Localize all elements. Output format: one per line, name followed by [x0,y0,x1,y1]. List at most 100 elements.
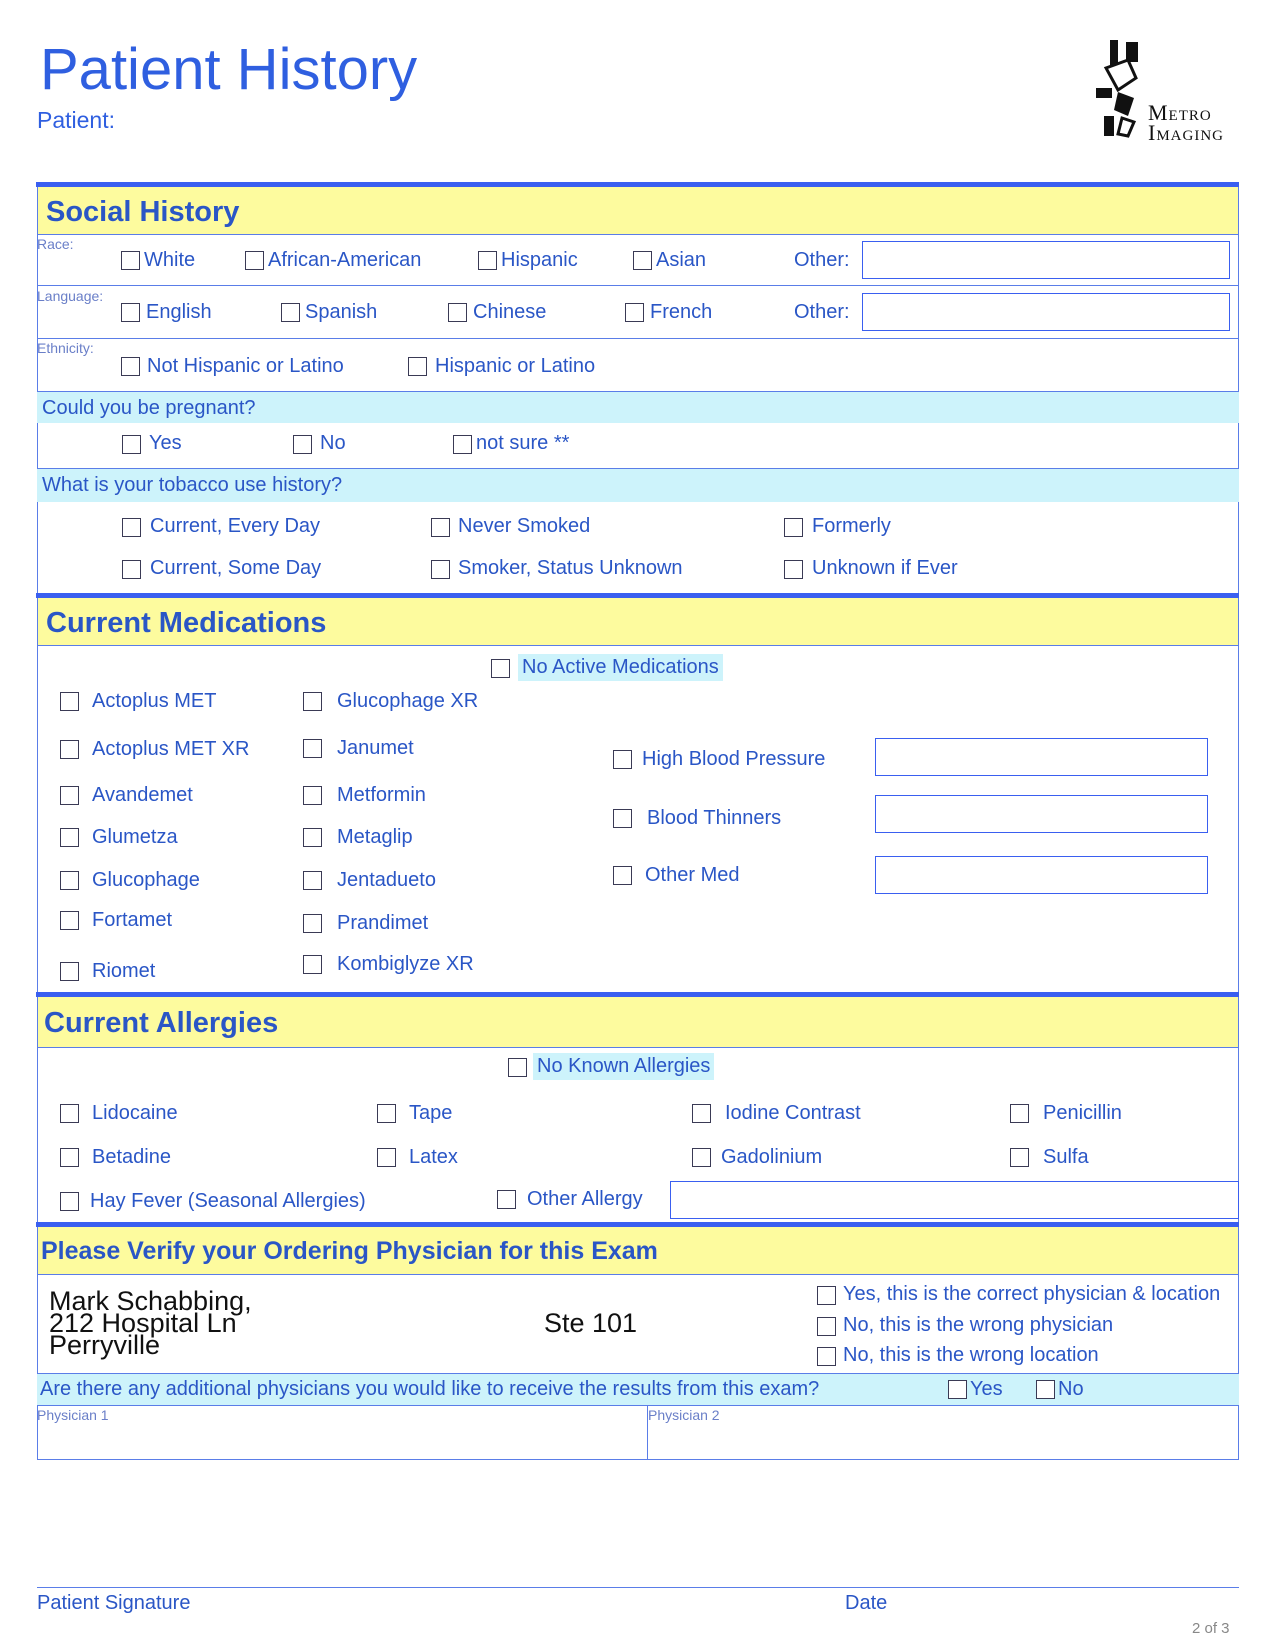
med-riomet-checkbox[interactable] [60,962,79,981]
ethnicity-label: Ethnicity: [37,340,94,356]
ethnicity-not-hispanic-checkbox[interactable] [121,357,140,376]
allergy-gadolinium-label: Gadolinium [721,1146,823,1168]
language-french-label: French [650,301,713,323]
row-divider [37,285,1239,286]
allergies-heading: Current Allergies [44,1007,279,1039]
social-history-heading: Social History [46,196,240,228]
med-riomet-label: Riomet [92,960,156,982]
language-other-input[interactable] [862,293,1230,331]
med-kombiglyze-xr-checkbox[interactable] [303,955,322,974]
patient-label: Patient: [37,107,115,133]
allergies-header: Current Allergies [37,997,1239,1048]
med-actoplus-met-label: Actoplus MET [92,690,217,712]
race-african-american-checkbox[interactable] [245,251,264,270]
med-metformin-label: Metformin [337,784,426,806]
med-avandemet-label: Avandemet [92,784,193,806]
no-active-medications-label: No Active Medications [518,654,723,681]
allergy-gadolinium-checkbox[interactable] [692,1148,711,1167]
race-other-label: Other: [794,249,850,271]
tobacco-question: What is your tobacco use history? [42,474,343,496]
additional-yes-label: Yes [970,1378,1003,1400]
med-glucophage-xr-checkbox[interactable] [303,692,322,711]
med-actoplus-met-xr-checkbox[interactable] [60,740,79,759]
tobacco-current-every-day-checkbox[interactable] [122,518,141,537]
med-kombiglyze-xr-label: Kombiglyze XR [337,953,474,975]
tobacco-status-unknown-checkbox[interactable] [431,560,450,579]
pregnant-no-checkbox[interactable] [293,435,312,454]
med-blood-thinners-label: Blood Thinners [647,807,782,829]
language-french-checkbox[interactable] [625,303,644,322]
additional-yes-checkbox[interactable] [948,1380,967,1399]
med-jentadueto-checkbox[interactable] [303,871,322,890]
ethnicity-hispanic-label: Hispanic or Latino [435,355,596,377]
high-blood-pressure-input[interactable] [875,738,1208,776]
med-high-blood-pressure-checkbox[interactable] [613,750,632,769]
med-glumetza-checkbox[interactable] [60,828,79,847]
race-other-input[interactable] [862,241,1230,279]
med-prandimet-checkbox[interactable] [303,914,322,933]
physician-1-input[interactable] [38,1406,646,1459]
physician-heading: Please Verify your Ordering Physician fo… [41,1237,658,1265]
allergy-tape-checkbox[interactable] [377,1104,396,1123]
additional-no-label: No [1058,1378,1084,1400]
verify-wrong-physician-label: No, this is the wrong physician [843,1314,1114,1336]
verify-correct-checkbox[interactable] [817,1286,836,1305]
med-janumet-checkbox[interactable] [303,739,322,758]
med-janumet-label: Janumet [337,737,414,759]
allergy-iodine-contrast-checkbox[interactable] [692,1104,711,1123]
race-hispanic-checkbox[interactable] [478,251,497,270]
language-chinese-checkbox[interactable] [448,303,467,322]
allergy-hay-fever-checkbox[interactable] [60,1192,79,1211]
med-other-med-label: Other Med [645,864,740,886]
language-other-label: Other: [794,301,850,323]
no-known-allergies-checkbox[interactable] [508,1058,527,1077]
med-metformin-checkbox[interactable] [303,786,322,805]
med-glucophage-label: Glucophage [92,869,200,891]
allergy-hay-fever-label: Hay Fever (Seasonal Allergies) [90,1190,366,1212]
tobacco-never-smoked-checkbox[interactable] [431,518,450,537]
allergy-lidocaine-checkbox[interactable] [60,1104,79,1123]
ethnicity-hispanic-checkbox[interactable] [408,357,427,376]
language-english-checkbox[interactable] [121,303,140,322]
med-prandimet-label: Prandimet [337,912,429,934]
verify-wrong-physician-checkbox[interactable] [817,1317,836,1336]
allergy-betadine-checkbox[interactable] [60,1148,79,1167]
language-spanish-checkbox[interactable] [281,303,300,322]
race-white-checkbox[interactable] [121,251,140,270]
tobacco-current-some-day-checkbox[interactable] [122,560,141,579]
med-other-med-checkbox[interactable] [613,866,632,885]
tobacco-formerly-checkbox[interactable] [784,518,803,537]
allergy-other-checkbox[interactable] [497,1190,516,1209]
language-label: Language: [37,288,104,304]
physician-2-input[interactable] [649,1406,1238,1459]
allergy-sulfa-label: Sulfa [1043,1146,1089,1168]
allergy-penicillin-checkbox[interactable] [1010,1104,1029,1123]
med-actoplus-met-xr-label: Actoplus MET XR [92,738,250,760]
med-avandemet-checkbox[interactable] [60,786,79,805]
pregnant-not-sure-checkbox[interactable] [453,435,472,454]
tobacco-current-some-day-label: Current, Some Day [150,557,322,579]
allergy-penicillin-label: Penicillin [1043,1102,1122,1124]
other-med-input[interactable] [875,856,1208,894]
allergy-sulfa-checkbox[interactable] [1010,1148,1029,1167]
blood-thinners-input[interactable] [875,795,1208,833]
physician-suite: Ste 101 [544,1308,638,1338]
allergy-latex-checkbox[interactable] [377,1148,396,1167]
no-active-medications-checkbox[interactable] [491,659,510,678]
med-fortamet-checkbox[interactable] [60,911,79,930]
med-high-blood-pressure-label: High Blood Pressure [642,748,826,770]
language-spanish-label: Spanish [305,301,378,323]
med-blood-thinners-checkbox[interactable] [613,809,632,828]
verify-wrong-location-label: No, this is the wrong location [843,1344,1099,1366]
med-actoplus-met-checkbox[interactable] [60,692,79,711]
race-asian-checkbox[interactable] [633,251,652,270]
other-allergy-input[interactable] [670,1181,1239,1219]
med-metaglip-checkbox[interactable] [303,828,322,847]
tobacco-unknown-if-ever-checkbox[interactable] [784,560,803,579]
additional-no-checkbox[interactable] [1036,1380,1055,1399]
pregnant-yes-checkbox[interactable] [122,435,141,454]
tobacco-never-smoked-label: Never Smoked [458,515,591,537]
verify-wrong-location-checkbox[interactable] [817,1347,836,1366]
med-glucophage-checkbox[interactable] [60,871,79,890]
patient-signature-label: Patient Signature [37,1592,191,1614]
